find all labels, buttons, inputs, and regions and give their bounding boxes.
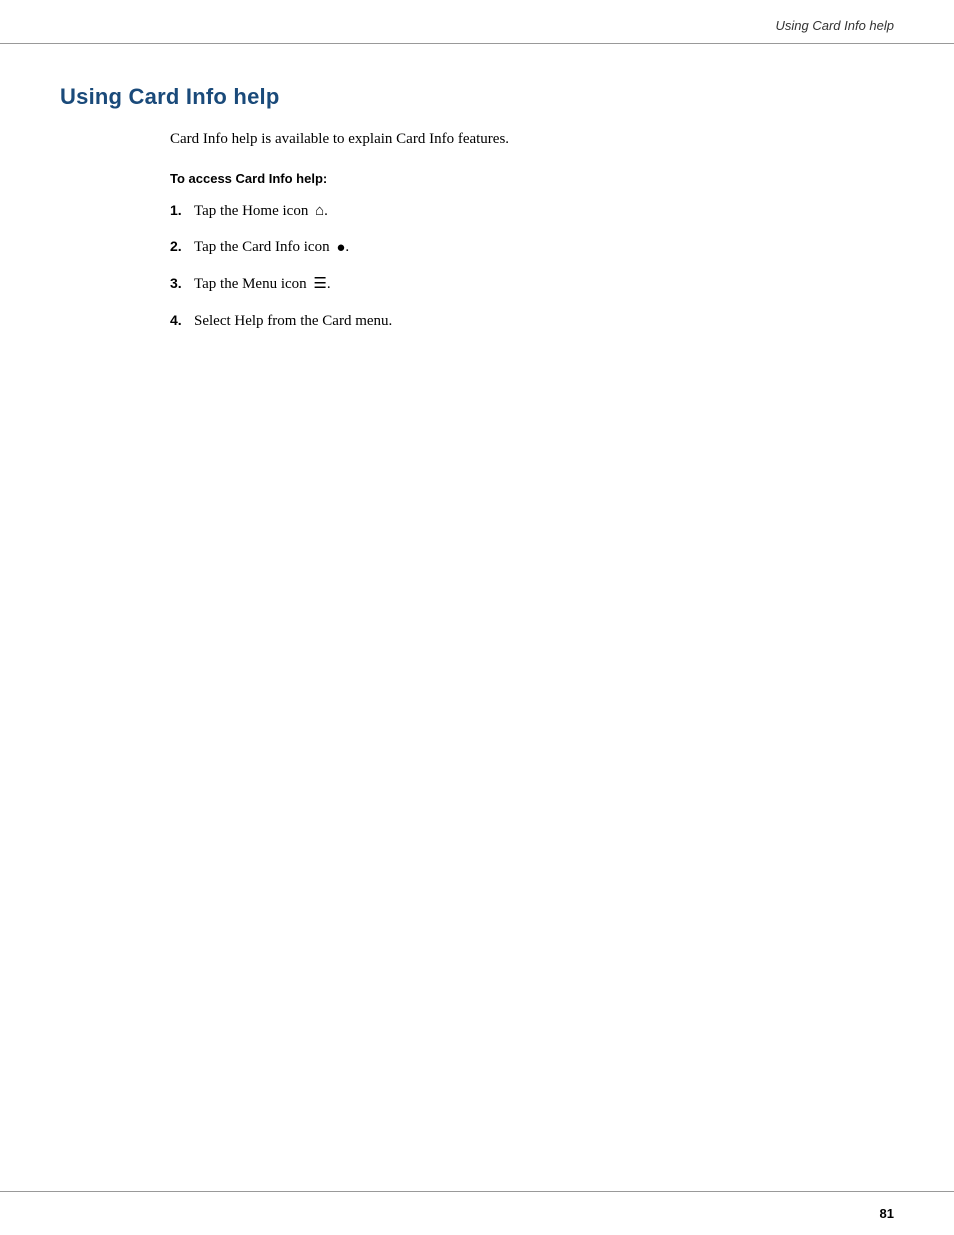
menu-icon: ☰ [313,273,326,296]
list-item: 3. Tap the Menu icon ☰. [170,273,894,296]
sub-heading: To access Card Info help: [170,171,894,186]
step-number-2: 2. [170,236,194,257]
intro-paragraph: Card Info help is available to explain C… [170,128,894,151]
page-number: 81 [880,1206,894,1221]
step-number-1: 1. [170,200,194,221]
step-number-4: 4. [170,310,194,331]
main-content: Using Card Info help Card Info help is a… [0,44,954,406]
step-text-4: Select Help from the Card menu. [194,310,392,333]
list-item: 2. Tap the Card Info icon ●. [170,236,894,259]
home-icon: ⌂ [315,200,324,223]
step-text-2: Tap the Card Info icon ●. [194,236,349,259]
list-item: 1. Tap the Home icon ⌂. [170,200,894,223]
page-header: Using Card Info help [0,0,954,44]
page-container: Using Card Info help Using Card Info hel… [0,0,954,1235]
step-text-3: Tap the Menu icon ☰. [194,273,331,296]
header-title: Using Card Info help [775,18,894,33]
card-info-icon: ● [336,237,345,260]
step-number-3: 3. [170,273,194,294]
page-footer: 81 [0,1191,954,1235]
step-text-1: Tap the Home icon ⌂. [194,200,328,223]
steps-list: 1. Tap the Home icon ⌂. 2. Tap the Card … [170,200,894,333]
section-title: Using Card Info help [60,84,894,110]
list-item: 4. Select Help from the Card menu. [170,310,894,333]
